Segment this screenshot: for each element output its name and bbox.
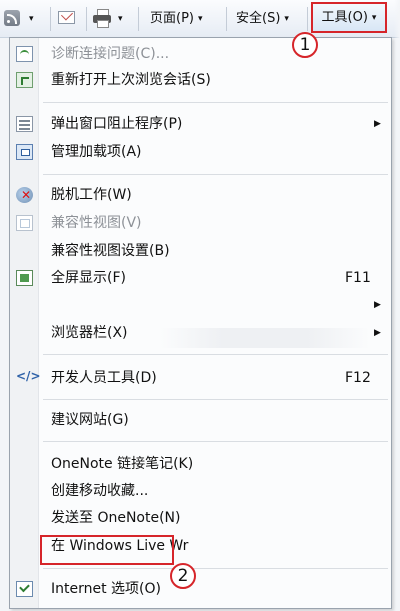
menu-item-label: 开发人员工具(D) xyxy=(51,370,157,386)
full-screen-icon xyxy=(16,270,33,286)
menu-separator xyxy=(43,354,388,355)
toolbar-separator xyxy=(50,7,51,31)
menu-item-internet-options[interactable]: Internet 选项(O) xyxy=(10,576,391,602)
menu-item-label: 兼容性视图设置(B) xyxy=(51,243,170,259)
menu-item-label: 发送至 OneNote(N) xyxy=(51,510,181,526)
menu-item-popup-blocker[interactable]: 弹出窗口阻止程序(P) ▶ xyxy=(10,111,391,137)
menu-item-label: 脱机工作(W) xyxy=(51,187,132,203)
right-edge xyxy=(394,0,400,611)
submenu-arrow-icon: ▶ xyxy=(374,328,381,338)
shortcut-label: F11 xyxy=(345,270,371,286)
menu-item-toolbars[interactable]: ▶ xyxy=(10,292,391,318)
menu-separator xyxy=(43,102,388,103)
menu-item-create-mobile-favorite[interactable]: 创建移动收藏... xyxy=(10,478,391,504)
menu-item-full-screen[interactable]: 全屏显示(F) F11 xyxy=(10,265,391,291)
diagnose-connection-icon xyxy=(16,46,33,62)
menu-item-send-to-onenote[interactable]: 发送至 OneNote(N) xyxy=(10,505,391,531)
internet-options-icon xyxy=(16,581,33,597)
reopen-session-icon xyxy=(16,72,33,88)
menu-item-onenote-linked-notes[interactable]: OneNote 链接笔记(K) xyxy=(10,451,391,477)
internet-options-highlight xyxy=(40,535,174,565)
tools-menu-button[interactable]: 工具(O) ▾ xyxy=(311,2,387,33)
menu-item-label: 建议网站(G) xyxy=(51,412,129,428)
menu-item-compatibility-view-settings[interactable]: 兼容性视图设置(B) xyxy=(10,238,391,264)
menu-item-developer-tools[interactable]: </> 开发人员工具(D) F12 xyxy=(10,365,391,391)
menu-item-suggested-sites[interactable]: 建议网站(G) xyxy=(10,407,391,433)
printer-icon[interactable] xyxy=(93,9,111,28)
toolbar-separator xyxy=(226,7,227,31)
menu-item-explorer-bars[interactable]: 浏览器栏(X) ▶ xyxy=(10,320,391,346)
menu-item-label: 创建移动收藏... xyxy=(51,483,149,499)
toolbar-separator xyxy=(86,7,87,31)
toolbar-separator xyxy=(307,7,308,31)
feeds-dropdown-arrow[interactable]: ▾ xyxy=(25,0,34,37)
page-menu-button[interactable]: 页面(P) ▾ xyxy=(150,0,203,37)
compatibility-view-icon xyxy=(16,215,33,231)
tools-dropdown-menu: 诊断连接问题(C)... 重新打开上次浏览会话(S) 弹出窗口阻止程序(P) ▶… xyxy=(9,37,392,609)
menu-item-label: 重新打开上次浏览会话(S) xyxy=(51,72,211,88)
menu-separator xyxy=(43,174,388,175)
work-offline-icon xyxy=(16,187,33,203)
command-bar: ▾ ▾ 页面(P) ▾ 安全(S) ▾ 工具(O) ▾ xyxy=(0,0,400,38)
popup-blocker-icon xyxy=(16,116,33,132)
step-marker-2: 2 xyxy=(170,563,196,589)
menu-item-label: 诊断连接问题(C)... xyxy=(51,46,170,62)
menu-item-label: 弹出窗口阻止程序(P) xyxy=(51,116,183,132)
menu-item-label: 管理加载项(A) xyxy=(51,144,142,160)
menu-item-label: 浏览器栏(X) xyxy=(51,325,128,341)
menu-separator xyxy=(43,441,388,442)
menu-item-manage-addons[interactable]: 管理加载项(A) xyxy=(10,139,391,165)
page-menu-label: 页面(P) xyxy=(150,11,194,26)
developer-tools-icon: </> xyxy=(16,369,41,383)
menu-item-label: 全屏显示(F) xyxy=(51,270,126,286)
menu-item-label: OneNote 链接笔记(K) xyxy=(51,456,194,472)
menu-item-work-offline[interactable]: 脱机工作(W) xyxy=(10,182,391,208)
menu-separator xyxy=(43,399,388,400)
safety-menu-label: 安全(S) xyxy=(236,11,281,26)
menu-item-label: Internet 选项(O) xyxy=(51,581,161,597)
tools-menu-label: 工具(O) xyxy=(321,10,368,25)
menu-item-reopen-last-session[interactable]: 重新打开上次浏览会话(S) xyxy=(10,67,391,93)
safety-menu-button[interactable]: 安全(S) ▾ xyxy=(236,0,289,37)
menu-separator xyxy=(43,568,388,569)
menu-item-compatibility-view: 兼容性视图(V) xyxy=(10,210,391,236)
mail-icon[interactable] xyxy=(58,11,75,24)
submenu-arrow-icon: ▶ xyxy=(374,119,381,129)
shortcut-label: F12 xyxy=(345,370,371,386)
manage-addons-icon xyxy=(16,144,33,160)
step-marker-1: 1 xyxy=(292,32,318,58)
toolbar-separator xyxy=(138,7,139,31)
menu-item-label: 兼容性视图(V) xyxy=(51,215,142,231)
submenu-arrow-icon: ▶ xyxy=(374,300,381,310)
rss-feed-icon[interactable] xyxy=(4,10,20,26)
menu-item-diagnose-connection: 诊断连接问题(C)... xyxy=(10,41,391,67)
print-dropdown-arrow[interactable]: ▾ xyxy=(114,0,123,37)
